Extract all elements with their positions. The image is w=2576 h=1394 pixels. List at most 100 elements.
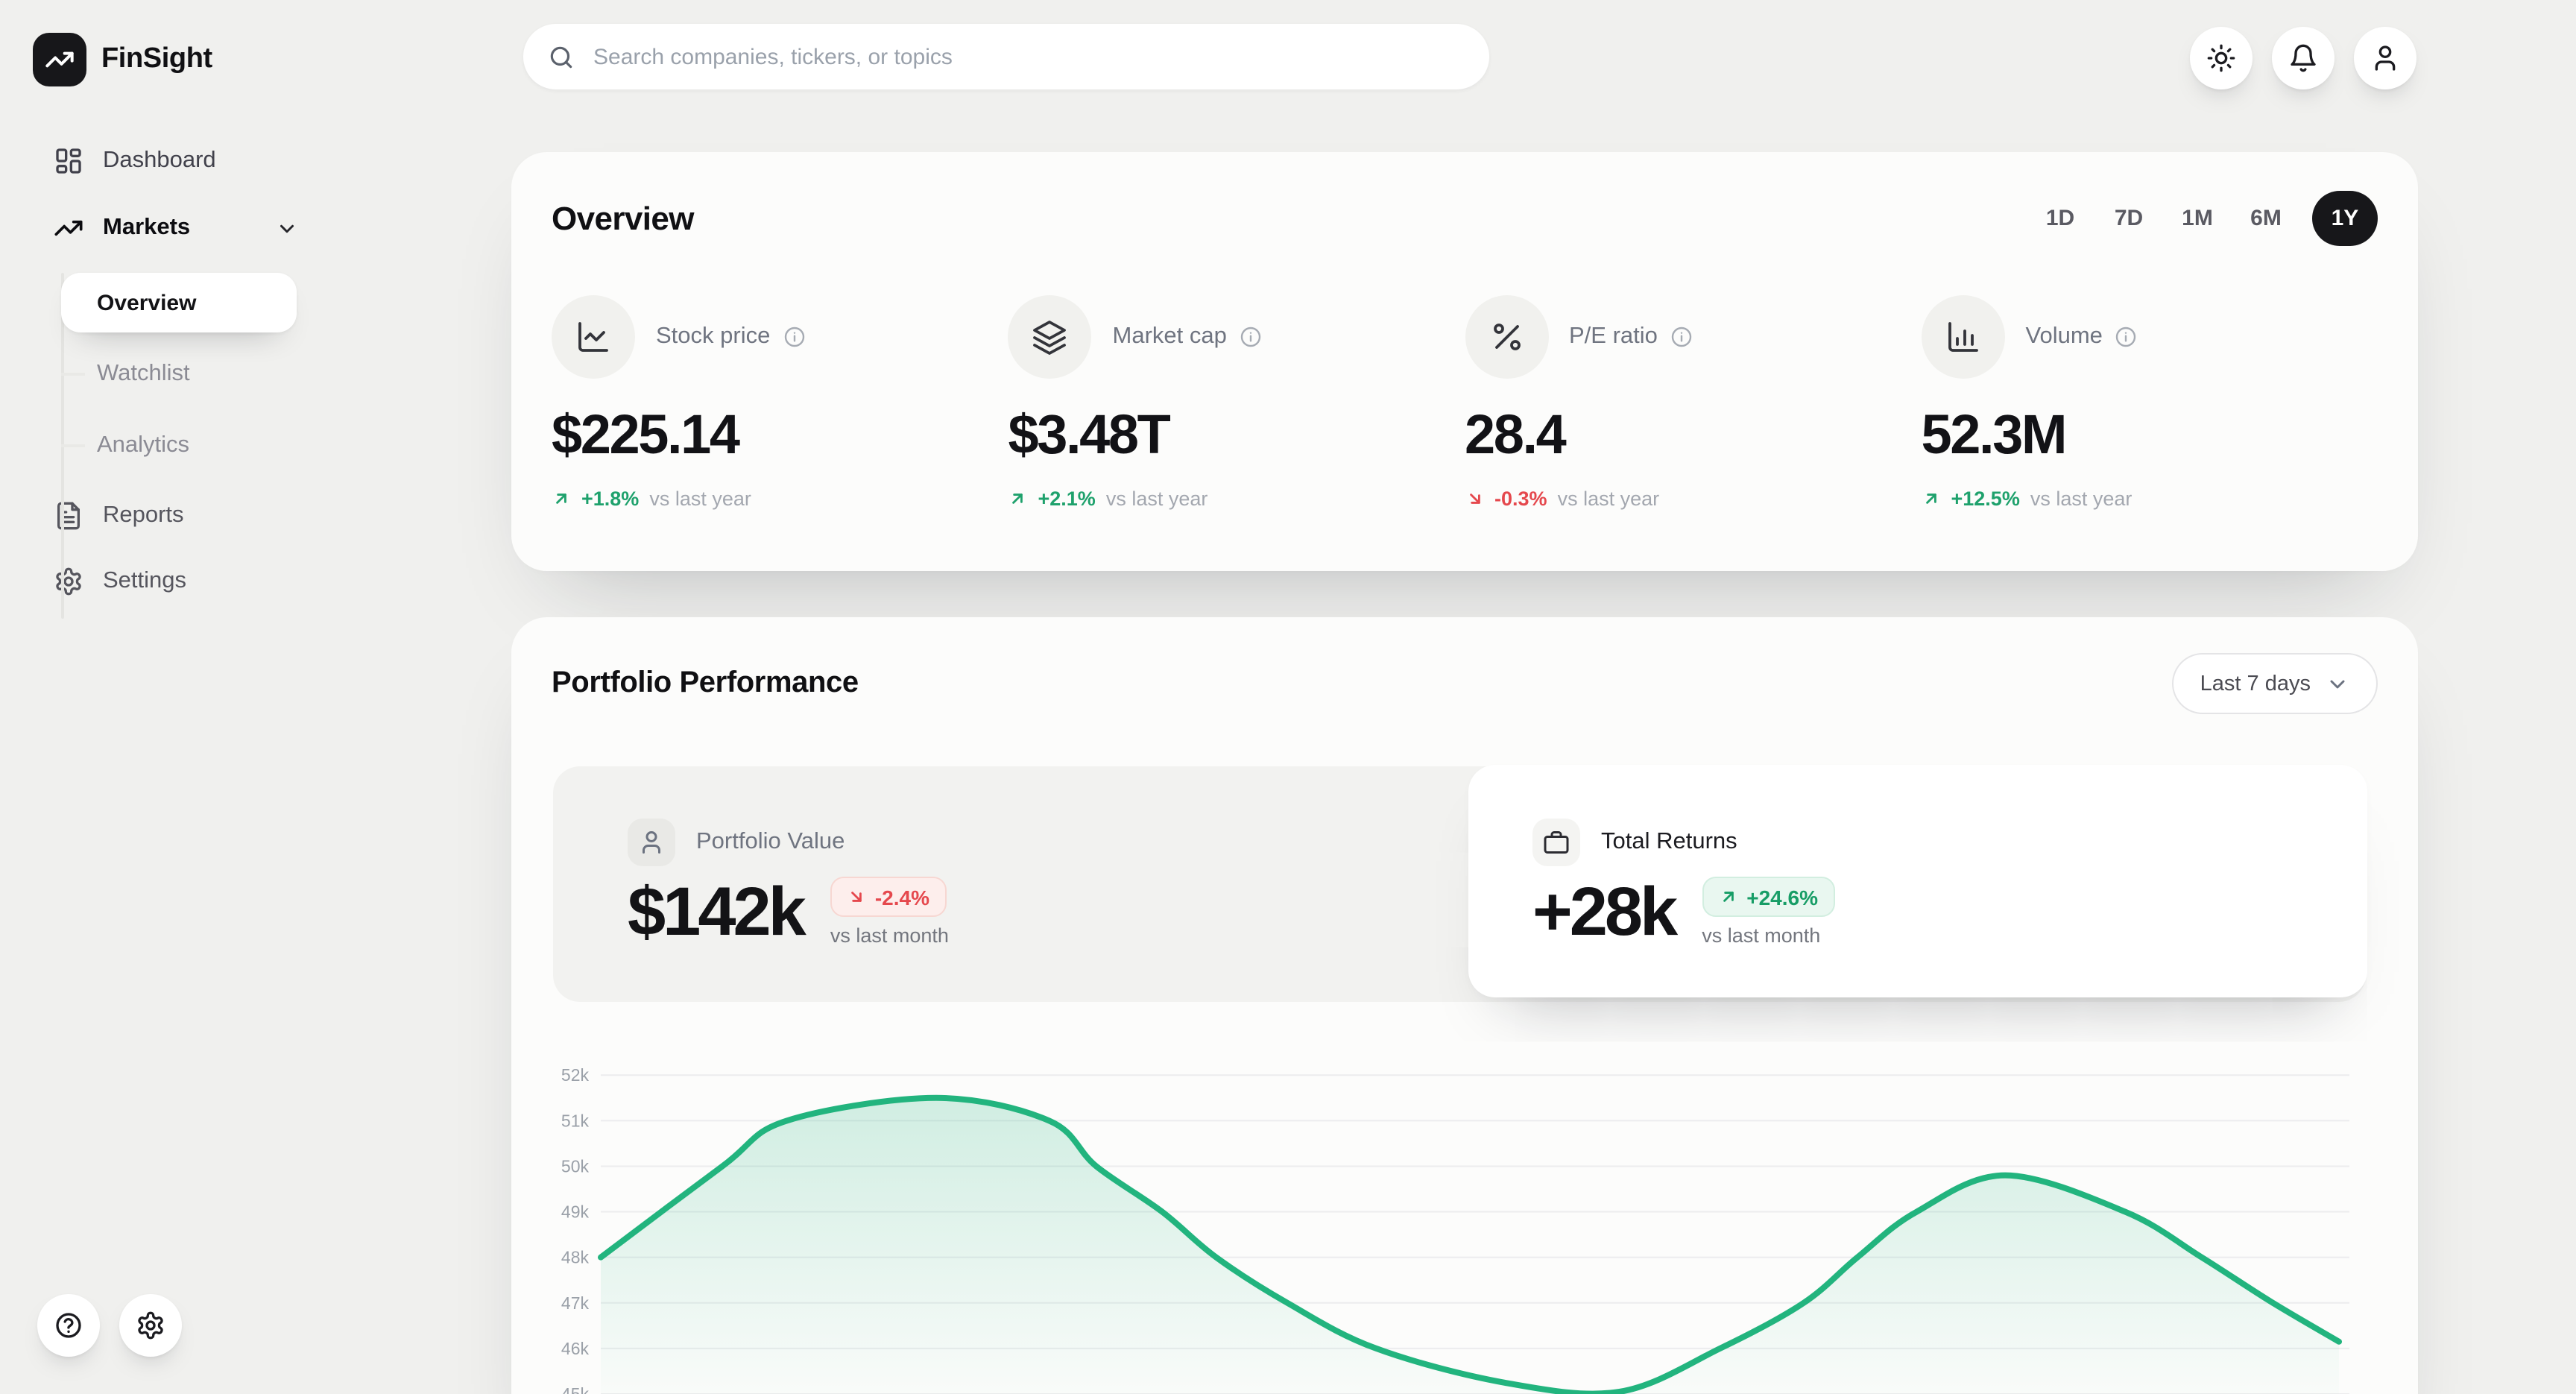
help-button[interactable] bbox=[37, 1294, 100, 1357]
info-icon[interactable] bbox=[1239, 325, 1263, 349]
bell-icon bbox=[2288, 43, 2318, 73]
theme-toggle-button[interactable] bbox=[2190, 27, 2253, 89]
search-icon bbox=[547, 42, 575, 71]
tile-context: vs last month bbox=[830, 924, 949, 947]
stat-change-context: vs last year bbox=[2030, 488, 2133, 510]
stat-label: Volume bbox=[2026, 324, 2103, 350]
tile-context: vs last month bbox=[1702, 924, 1834, 947]
percent-icon bbox=[1465, 295, 1548, 379]
range-1m[interactable]: 1M bbox=[2175, 206, 2220, 231]
search-bar[interactable] bbox=[523, 24, 1489, 89]
stat-value: $3.48T bbox=[1008, 404, 1465, 467]
stat-change-context: vs last year bbox=[1106, 488, 1208, 510]
brand-logo bbox=[33, 33, 86, 86]
stat-label: Market cap bbox=[1113, 324, 1227, 350]
sidebar-item-settings[interactable]: Settings bbox=[33, 552, 301, 611]
chevron-down-icon bbox=[2326, 672, 2349, 696]
tile-value: +28k bbox=[1532, 872, 1675, 951]
quick-settings-button[interactable] bbox=[119, 1294, 182, 1357]
layers-icon bbox=[1008, 295, 1092, 379]
info-icon[interactable] bbox=[2115, 325, 2138, 349]
stat-label: Stock price bbox=[656, 324, 770, 350]
user-icon bbox=[2370, 43, 2400, 73]
topbar-actions bbox=[2190, 27, 2416, 89]
svg-text:48k: 48k bbox=[561, 1248, 590, 1267]
trending-up-icon bbox=[54, 213, 83, 243]
sidebar: Dashboard Markets Overview Watchlist Ana… bbox=[33, 131, 301, 611]
arrow-down-right-icon bbox=[1465, 489, 1484, 508]
overview-card: Overview 1D 7D 1M 6M 1Y Stock price bbox=[511, 152, 2418, 571]
info-icon[interactable] bbox=[1670, 325, 1693, 349]
portfolio-chart-area: 52k51k50k49k48k47k46k45k bbox=[553, 1066, 2366, 1394]
sidebar-item-reports[interactable]: Reports bbox=[33, 486, 301, 546]
briefcase-icon bbox=[1532, 819, 1580, 866]
sidebar-item-label: Dashboard bbox=[103, 148, 216, 174]
brand-name: FinSight bbox=[101, 43, 212, 76]
svg-text:46k: 46k bbox=[561, 1339, 590, 1358]
stat-volume: Volume 52.3M +12.5% vs last year bbox=[1922, 295, 2378, 510]
arrow-down-right-icon bbox=[847, 887, 866, 906]
sidebar-item-markets[interactable]: Markets bbox=[33, 198, 301, 258]
app-root: FinSight Dashboard bbox=[0, 0, 2576, 1394]
portfolio-value-tile: Portfolio Value $142k -2.4% vs last mont… bbox=[628, 766, 949, 1002]
stat-market-cap: Market cap $3.48T +2.1% vs last year bbox=[1008, 295, 1465, 510]
file-text-icon bbox=[54, 501, 83, 531]
notifications-button[interactable] bbox=[2272, 27, 2334, 89]
svg-text:47k: 47k bbox=[561, 1293, 590, 1313]
stat-stock-price: Stock price $225.14 +1.8% vs last year bbox=[552, 295, 1008, 510]
stat-pe-ratio: P/E ratio 28.4 -0.3% vs last year bbox=[1465, 295, 1922, 510]
range-1y-active[interactable]: 1Y bbox=[2312, 191, 2378, 246]
stat-value: 52.3M bbox=[1922, 404, 2378, 467]
chevron-down-icon bbox=[276, 217, 298, 239]
subnav-tick bbox=[61, 444, 85, 447]
account-button[interactable] bbox=[2354, 27, 2416, 89]
sidebar-item-label: Reports bbox=[103, 502, 184, 529]
user-icon bbox=[628, 819, 675, 866]
sidebar-item-dashboard[interactable]: Dashboard bbox=[33, 131, 301, 191]
stat-change-value: +2.1% bbox=[1038, 488, 1096, 510]
layout-dashboard-icon bbox=[54, 146, 83, 176]
stat-value: $225.14 bbox=[552, 404, 1008, 467]
arrow-up-right-icon bbox=[552, 489, 571, 508]
overview-stats: Stock price $225.14 +1.8% vs last year M… bbox=[552, 295, 2378, 510]
sidebar-item-label: Analytics bbox=[97, 432, 189, 459]
svg-text:52k: 52k bbox=[561, 1066, 590, 1085]
tile-label: Portfolio Value bbox=[696, 829, 845, 856]
sidebar-item-label: Watchlist bbox=[97, 361, 190, 388]
portfolio-area-chart: 52k51k50k49k48k47k46k45k bbox=[553, 1066, 2366, 1394]
sidebar-footer bbox=[37, 1294, 182, 1357]
stat-change-context: vs last year bbox=[649, 488, 751, 510]
change-badge-positive: +24.6% bbox=[1702, 877, 1834, 917]
svg-text:51k: 51k bbox=[561, 1111, 590, 1130]
gear-icon bbox=[136, 1311, 165, 1340]
brand: FinSight bbox=[33, 33, 212, 86]
chart-line-icon bbox=[552, 295, 635, 379]
range-7d[interactable]: 7D bbox=[2106, 206, 2151, 231]
range-6m[interactable]: 6M bbox=[2244, 206, 2288, 231]
portfolio-summary: Portfolio Value $142k -2.4% vs last mont… bbox=[553, 766, 2366, 1002]
stat-change-value: -0.3% bbox=[1494, 488, 1547, 510]
date-range-value: Last 7 days bbox=[2200, 672, 2311, 696]
sidebar-markets-subnav: Overview Watchlist Analytics bbox=[33, 273, 301, 476]
date-range-select[interactable]: Last 7 days bbox=[2172, 653, 2378, 714]
svg-text:45k: 45k bbox=[561, 1384, 590, 1394]
change-badge-negative: -2.4% bbox=[830, 877, 946, 917]
arrow-up-right-icon bbox=[1922, 489, 1941, 508]
bar-chart-icon bbox=[1922, 295, 2005, 379]
subnav-tick bbox=[61, 373, 85, 376]
range-1d[interactable]: 1D bbox=[2038, 206, 2083, 231]
badge-change-value: +24.6% bbox=[1746, 885, 1818, 909]
arrow-up-right-icon bbox=[1718, 887, 1737, 906]
sun-icon bbox=[2206, 43, 2236, 73]
tile-label: Total Returns bbox=[1601, 829, 1737, 856]
info-icon[interactable] bbox=[782, 325, 806, 349]
sidebar-item-overview[interactable]: Overview bbox=[61, 273, 297, 332]
stat-change-value: +12.5% bbox=[1951, 488, 2020, 510]
search-input[interactable] bbox=[590, 42, 1465, 71]
arrow-up-right-icon bbox=[1008, 489, 1028, 508]
gear-icon bbox=[54, 567, 83, 596]
sidebar-item-label: Markets bbox=[103, 215, 190, 242]
time-range-selector: 1D 7D 1M 6M 1Y bbox=[2038, 191, 2378, 246]
overview-title: Overview bbox=[552, 199, 694, 238]
badge-change-value: -2.4% bbox=[875, 885, 929, 909]
